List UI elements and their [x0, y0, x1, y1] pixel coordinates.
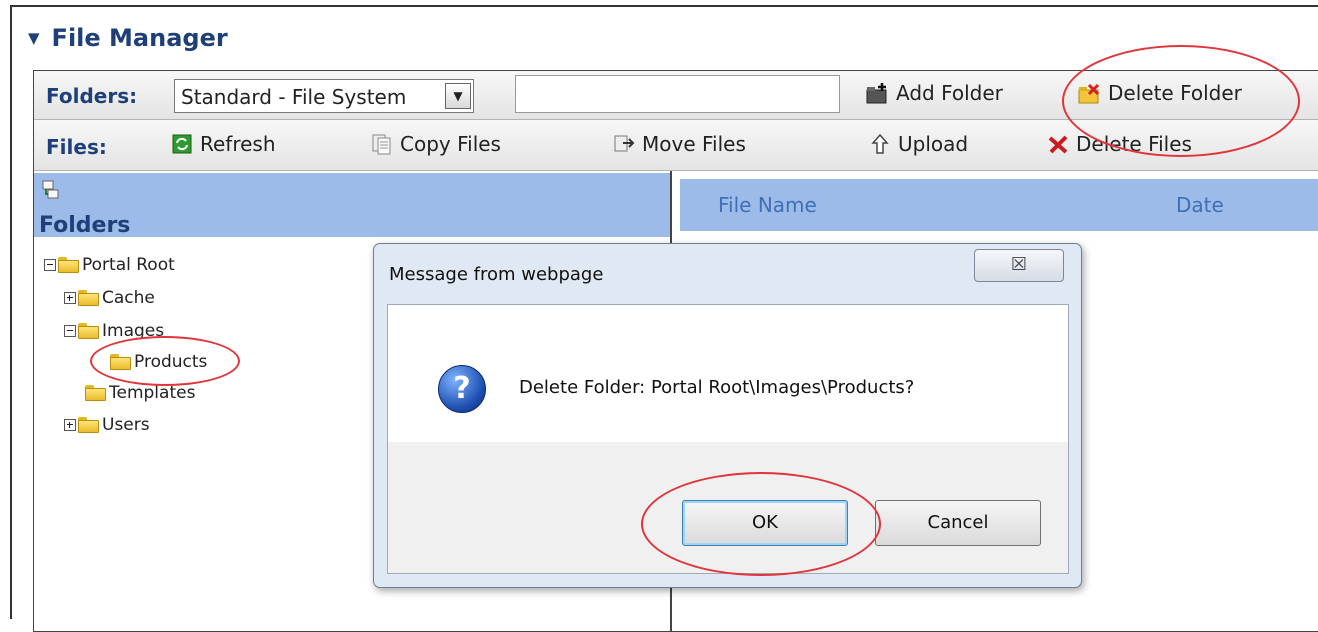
refresh-button[interactable]: Refresh	[170, 132, 276, 156]
collapse-icon[interactable]	[44, 259, 56, 271]
dialog-title: Message from webpage	[389, 264, 604, 285]
dropdown-arrow-icon[interactable]: ▼	[445, 83, 471, 109]
expand-icon[interactable]	[64, 292, 76, 304]
delete-files-button[interactable]: Delete Files	[1046, 132, 1192, 156]
tree-node-label: Cache	[102, 288, 155, 308]
refresh-label: Refresh	[200, 132, 276, 156]
tree-node-portal-root[interactable]: Portal Root	[44, 253, 175, 277]
dialog-message: Delete Folder: Portal Root\Images\Produc…	[519, 377, 915, 398]
folder-icon	[85, 385, 107, 401]
confirm-dialog: Message from webpage ☒ ? Delete Folder: …	[373, 243, 1082, 588]
dialog-footer: OK Cancel	[387, 442, 1069, 574]
expand-icon[interactable]	[64, 419, 76, 431]
delete-folder-button[interactable]: Delete Folder	[1078, 81, 1242, 105]
ok-button[interactable]: OK	[682, 500, 848, 546]
copy-files-button[interactable]: Copy Files	[370, 132, 501, 156]
close-icon[interactable]: ☒	[974, 249, 1064, 282]
files-label: Files:	[46, 135, 107, 159]
column-date[interactable]: Date	[1176, 193, 1224, 217]
collapse-triangle-icon[interactable]: ▼	[28, 29, 40, 47]
tree-node-label: Products	[134, 352, 208, 372]
column-file-name[interactable]: File Name	[718, 193, 817, 217]
add-folder-icon	[866, 81, 890, 105]
dialog-body: ? Delete Folder: Portal Root\Images\Prod…	[387, 304, 1069, 443]
tree-node-label: Portal Root	[82, 255, 175, 275]
copy-files-icon	[370, 132, 394, 156]
upload-button[interactable]: Upload	[868, 132, 968, 156]
refresh-icon	[170, 132, 194, 156]
folder-icon	[78, 323, 100, 339]
folder-provider-select[interactable]: Standard - File System ▼	[174, 79, 474, 113]
module-title: File Manager	[51, 24, 228, 52]
cancel-button[interactable]: Cancel	[875, 500, 1041, 546]
delete-files-label: Delete Files	[1076, 132, 1192, 156]
folder-icon	[110, 354, 132, 370]
files-grid-header: File Name Date	[680, 179, 1318, 231]
move-files-button[interactable]: Move Files	[612, 132, 746, 156]
delete-folder-label: Delete Folder	[1108, 81, 1242, 105]
tree-node-products[interactable]: Products	[110, 350, 207, 374]
copy-files-label: Copy Files	[400, 132, 501, 156]
module-header[interactable]: ▼ File Manager	[28, 20, 228, 56]
folders-toolbar: Folders: Standard - File System ▼ Add Fo…	[34, 71, 1318, 120]
tree-node-label: Users	[102, 415, 150, 435]
tree-node-cache[interactable]: Cache	[64, 286, 155, 310]
add-folder-button[interactable]: Add Folder	[866, 81, 1003, 105]
tree-node-images[interactable]: Images	[64, 319, 164, 343]
folder-icon	[58, 257, 80, 273]
outer-frame-top	[10, 5, 1318, 7]
delete-files-icon	[1046, 132, 1070, 156]
folder-provider-value: Standard - File System	[181, 85, 407, 109]
tree-node-users[interactable]: Users	[64, 413, 150, 437]
upload-label: Upload	[898, 132, 969, 156]
folders-pane-title: Folders	[39, 213, 131, 238]
folders-pane-header: Folders	[34, 173, 670, 238]
files-toolbar: Files: Refresh Copy Files Move Files Upl…	[34, 120, 1318, 171]
upload-icon	[868, 132, 892, 156]
tree-node-label: Templates	[109, 383, 196, 403]
move-files-icon	[612, 132, 636, 156]
folder-icon	[78, 417, 100, 433]
folder-icon	[78, 290, 100, 306]
collapse-icon[interactable]	[64, 325, 76, 337]
question-icon: ?	[438, 365, 486, 413]
folders-label: Folders:	[46, 84, 138, 108]
move-files-label: Move Files	[642, 132, 746, 156]
folder-name-input[interactable]	[515, 75, 840, 113]
tree-node-templates[interactable]: Templates	[85, 381, 195, 405]
outer-frame-left	[10, 5, 12, 619]
add-folder-label: Add Folder	[896, 81, 1003, 105]
tree-node-label: Images	[102, 321, 165, 341]
folders-tree-icon	[40, 179, 62, 205]
delete-folder-icon	[1078, 81, 1102, 105]
